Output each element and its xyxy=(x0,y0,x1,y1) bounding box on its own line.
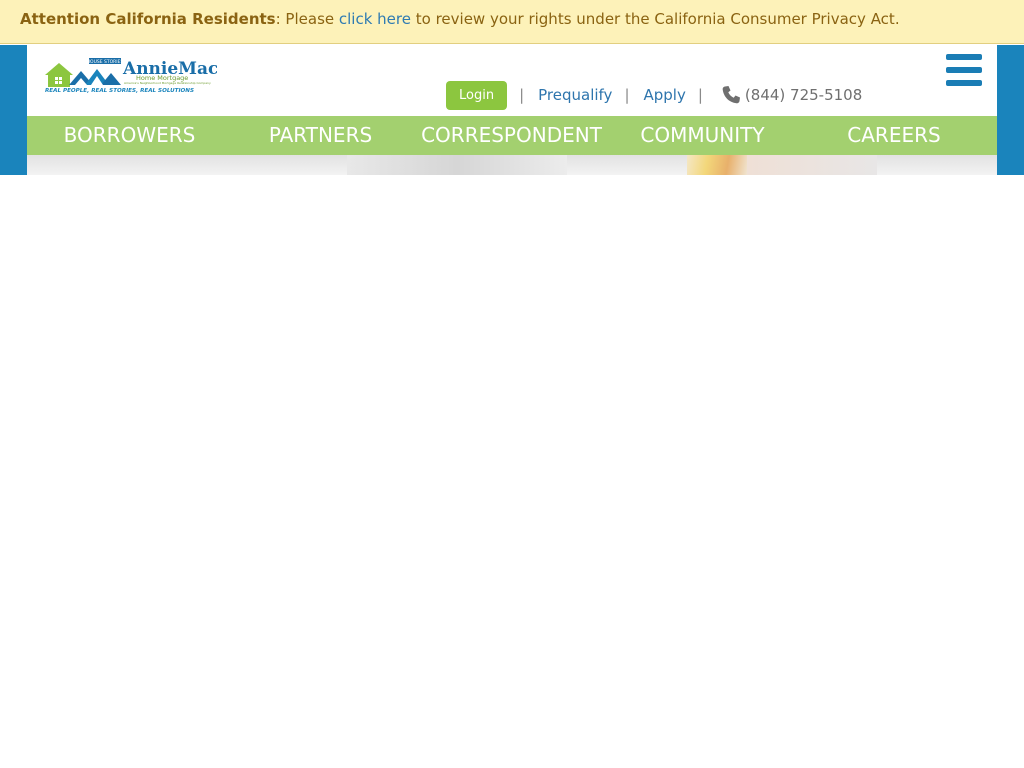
utility-nav: Login | Prequalify | Apply | (844) 725-5… xyxy=(446,80,862,110)
notice-text-pre: : Please xyxy=(275,10,339,28)
nav-borrowers[interactable]: BORROWERS xyxy=(27,116,232,155)
site-header: HOUSE STORIES AnnieMac Home Mortgage Ame… xyxy=(27,45,997,116)
hero-image-detail xyxy=(347,155,567,175)
phone-number[interactable]: (844) 725-5108 xyxy=(745,86,862,104)
left-brand-band xyxy=(0,45,27,175)
notice-text-post: to review your rights under the Californ… xyxy=(410,10,900,28)
main-navigation: BORROWERS PARTNERS CORRESPONDENT COMMUNI… xyxy=(27,116,997,155)
nav-careers[interactable]: CAREERS xyxy=(791,116,997,155)
logo-badge: HOUSE STORIES xyxy=(87,59,124,65)
phone-icon xyxy=(721,85,741,105)
login-button[interactable]: Login xyxy=(446,80,508,110)
separator: | xyxy=(519,86,525,104)
separator: | xyxy=(624,86,630,104)
nav-partners[interactable]: PARTNERS xyxy=(232,116,409,155)
notice-click-here-link[interactable]: click here xyxy=(339,10,411,28)
nav-correspondent[interactable]: CORRESPONDENT xyxy=(409,116,614,155)
ccpa-notice-banner: Attention California Residents: Please c… xyxy=(0,0,1024,44)
notice-heading: Attention California Residents xyxy=(20,10,276,28)
hero-image-strip xyxy=(27,155,997,175)
apply-link[interactable]: Apply xyxy=(644,86,686,104)
separator: | xyxy=(697,86,703,104)
logo-fine-text: America's Neighborhood Mortgage Relation… xyxy=(124,81,211,85)
hero-image-detail xyxy=(747,155,877,175)
right-brand-band xyxy=(997,45,1024,175)
prequalify-link[interactable]: Prequalify xyxy=(538,86,612,104)
hero-image-detail xyxy=(687,155,747,175)
hamburger-menu-icon[interactable] xyxy=(946,54,982,86)
logo-tagline: REAL PEOPLE, REAL STORIES, REAL SOLUTION… xyxy=(45,88,194,94)
nav-community[interactable]: COMMUNITY xyxy=(614,116,791,155)
anniemac-logo[interactable]: HOUSE STORIES AnnieMac Home Mortgage Ame… xyxy=(45,57,217,95)
